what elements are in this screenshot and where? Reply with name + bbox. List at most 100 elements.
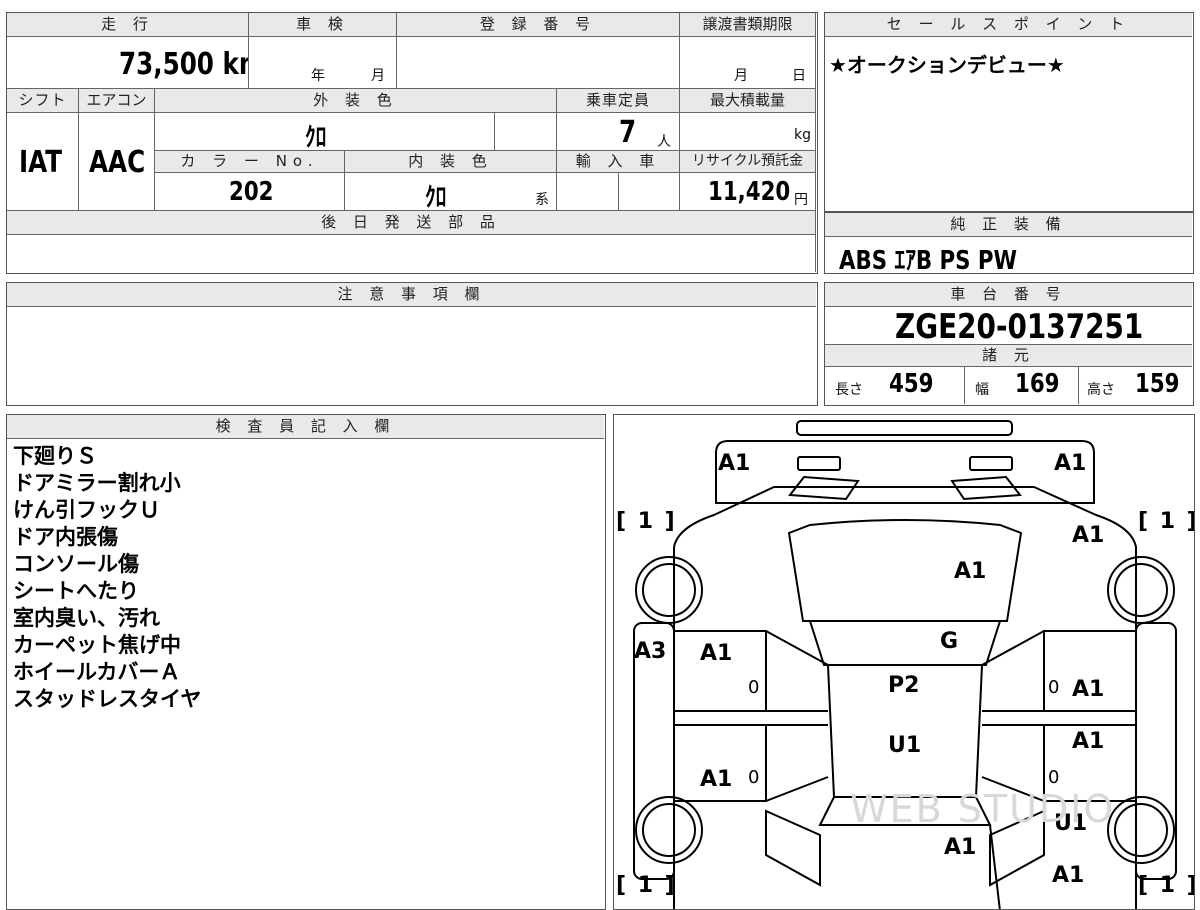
notes-box: 注 意 事 項 欄 <box>6 282 818 406</box>
transfer-deadline-cell: 月 日 <box>680 37 816 89</box>
interior-color-value: ｸﾛ <box>425 183 447 211</box>
inspection-header: 車 検 <box>249 13 397 37</box>
sales-point-text: ★オークションデビュー★ <box>829 53 1065 77</box>
aircon-header: エアコン <box>79 89 155 113</box>
interior-suffix: 系 <box>535 192 549 208</box>
vehicle-spec-table: 走 行 車 検 登 録 番 号 譲渡書類期限 73,500 km 年 月 月 日… <box>6 12 818 274</box>
notes-header: 注 意 事 項 欄 <box>7 283 816 307</box>
list-item: ドアミラー割れ小 <box>13 471 181 495</box>
damage-windshield: G <box>940 629 959 654</box>
max-load-cell: kg <box>680 113 816 151</box>
damage-fender-front-right: A1 <box>1072 523 1105 548</box>
exterior-color-value: ｸﾛ <box>305 123 327 151</box>
shift-value: IAT <box>19 145 63 180</box>
list-item: カーペット焦げ中 <box>13 633 181 657</box>
interior-color-cell: ｸﾛ 系 <box>345 173 557 211</box>
equipment-header: 純 正 装 備 <box>825 213 1192 237</box>
capacity-header: 乗車定員 <box>557 89 680 113</box>
list-item: けん引フックＵ <box>13 498 160 522</box>
equipment-value: ABS ｴｱB PS PW <box>839 246 1018 276</box>
chassis-no-value: ZGE20-0137251 <box>895 307 1144 345</box>
list-item: スタッドレスタイヤ <box>13 687 202 711</box>
inspector-notes-list: 下廻りＳ ドアミラー割れ小 けん引フックＵ ドア内張傷 コンソール傷 シートへた… <box>13 443 201 713</box>
aircon-value: AAC <box>89 145 146 180</box>
transfer-deadline-header: 譲渡書類期限 <box>680 13 816 37</box>
inspector-box: 検 査 員 記 入 欄 下廻りＳ ドアミラー割れ小 けん引フックＵ ドア内張傷 … <box>6 414 606 910</box>
zero-mark: 0 <box>1048 677 1060 698</box>
recycle-fee-header: リサイクル預託金 <box>680 151 816 173</box>
exterior-color-header: 外 装 色 <box>155 89 557 113</box>
damage-roof: P2 <box>888 673 920 698</box>
damage-door-rear-right: A1 <box>1072 729 1105 754</box>
chassis-box: 車 台 番 号 ZGE20-0137251 諸 元 長さ 459 幅 169 高… <box>824 282 1194 406</box>
exterior-color-cell: ｸﾛ <box>155 113 495 151</box>
length-cell: 長さ 459 <box>825 367 965 404</box>
registration-cell <box>397 37 680 89</box>
damage-interior: U1 <box>888 733 922 758</box>
color-no-cell: 202 <box>155 173 345 211</box>
damage-diagram-box: A1 A1 [ 1 ] [ 1 ] A1 A1 G A3 A1 P2 A1 U1… <box>613 414 1195 910</box>
chassis-no-header: 車 台 番 号 <box>825 283 1192 307</box>
width-label: 幅 <box>975 382 989 398</box>
list-item: 室内臭い、汚れ <box>13 606 160 630</box>
recycle-fee-value: 11,420 <box>708 177 791 207</box>
shift-header: シフト <box>7 89 79 113</box>
capacity-value: 7 <box>619 115 637 150</box>
tire-rear-right: [ 1 ] <box>1138 873 1195 898</box>
aircon-cell: AAC <box>79 113 155 211</box>
height-label: 高さ <box>1087 382 1115 398</box>
max-load-unit: kg <box>794 127 811 143</box>
shift-cell: IAT <box>7 113 79 211</box>
inspector-header: 検 査 員 記 入 欄 <box>7 415 604 439</box>
mileage-value: 73,500 km <box>119 47 248 82</box>
capacity-unit: 人 <box>657 134 671 150</box>
watermark: WEB STUDIO <box>850 787 1116 831</box>
sales-points-box: セ ー ル ス ポ イ ン ト ★オークションデビュー★ <box>824 12 1194 212</box>
zero-mark: 0 <box>748 677 760 698</box>
inspection-cell: 年 月 <box>249 37 397 89</box>
damage-hood: A1 <box>954 559 987 584</box>
sales-points-header: セ ー ル ス ポ イ ン ト <box>825 13 1192 37</box>
tire-rear-left: [ 1 ] <box>616 873 677 898</box>
damage-front-left: A1 <box>718 451 751 476</box>
damage-door-front-right: A1 <box>1072 677 1105 702</box>
later-parts-header: 後 日 発 送 部 品 <box>7 211 816 235</box>
list-item: コンソール傷 <box>13 552 139 576</box>
damage-front-right: A1 <box>1054 451 1087 476</box>
chassis-no-cell: ZGE20-0137251 <box>825 307 1192 345</box>
color-no-value: 202 <box>229 177 274 207</box>
later-parts-cell <box>7 235 816 272</box>
height-cell: 高さ 159 <box>1079 367 1192 404</box>
import-cell <box>557 173 619 211</box>
tire-front-right: [ 1 ] <box>1138 509 1195 534</box>
damage-trunk: A1 <box>944 835 977 860</box>
list-item: シートへたり <box>13 579 139 603</box>
list-item: ホイールカバーＡ <box>13 660 181 684</box>
width-value: 169 <box>1015 369 1060 399</box>
specs-header: 諸 元 <box>825 345 1192 367</box>
zero-mark: 0 <box>1048 767 1060 788</box>
recycle-fee-unit: 円 <box>794 192 808 208</box>
transfer-day: 日 <box>792 68 806 84</box>
exterior-color-extra <box>495 113 557 151</box>
damage-door-front-left: A1 <box>700 641 733 666</box>
recycle-fee-cell: 11,420 円 <box>680 173 816 211</box>
registration-header: 登 録 番 号 <box>397 13 680 37</box>
import-header: 輸 入 車 <box>557 151 680 173</box>
equipment-box: 純 正 装 備 ABS ｴｱB PS PW <box>824 212 1194 276</box>
length-label: 長さ <box>835 382 863 398</box>
length-value: 459 <box>889 369 934 399</box>
max-load-header: 最大積載量 <box>680 89 816 113</box>
import-cell-2 <box>619 173 680 211</box>
width-cell: 幅 169 <box>965 367 1079 404</box>
list-item: ドア内張傷 <box>13 525 118 549</box>
damage-rear-right: A1 <box>1052 863 1085 888</box>
tire-front-left: [ 1 ] <box>616 509 677 534</box>
zero-mark: 0 <box>748 767 760 788</box>
mileage-header: 走 行 <box>7 13 249 37</box>
inspection-year: 年 <box>311 68 325 84</box>
list-item: 下廻りＳ <box>13 444 97 468</box>
inspection-month: 月 <box>371 68 385 84</box>
damage-door-rear-left: A1 <box>700 767 733 792</box>
damage-side-left: A3 <box>634 639 667 664</box>
